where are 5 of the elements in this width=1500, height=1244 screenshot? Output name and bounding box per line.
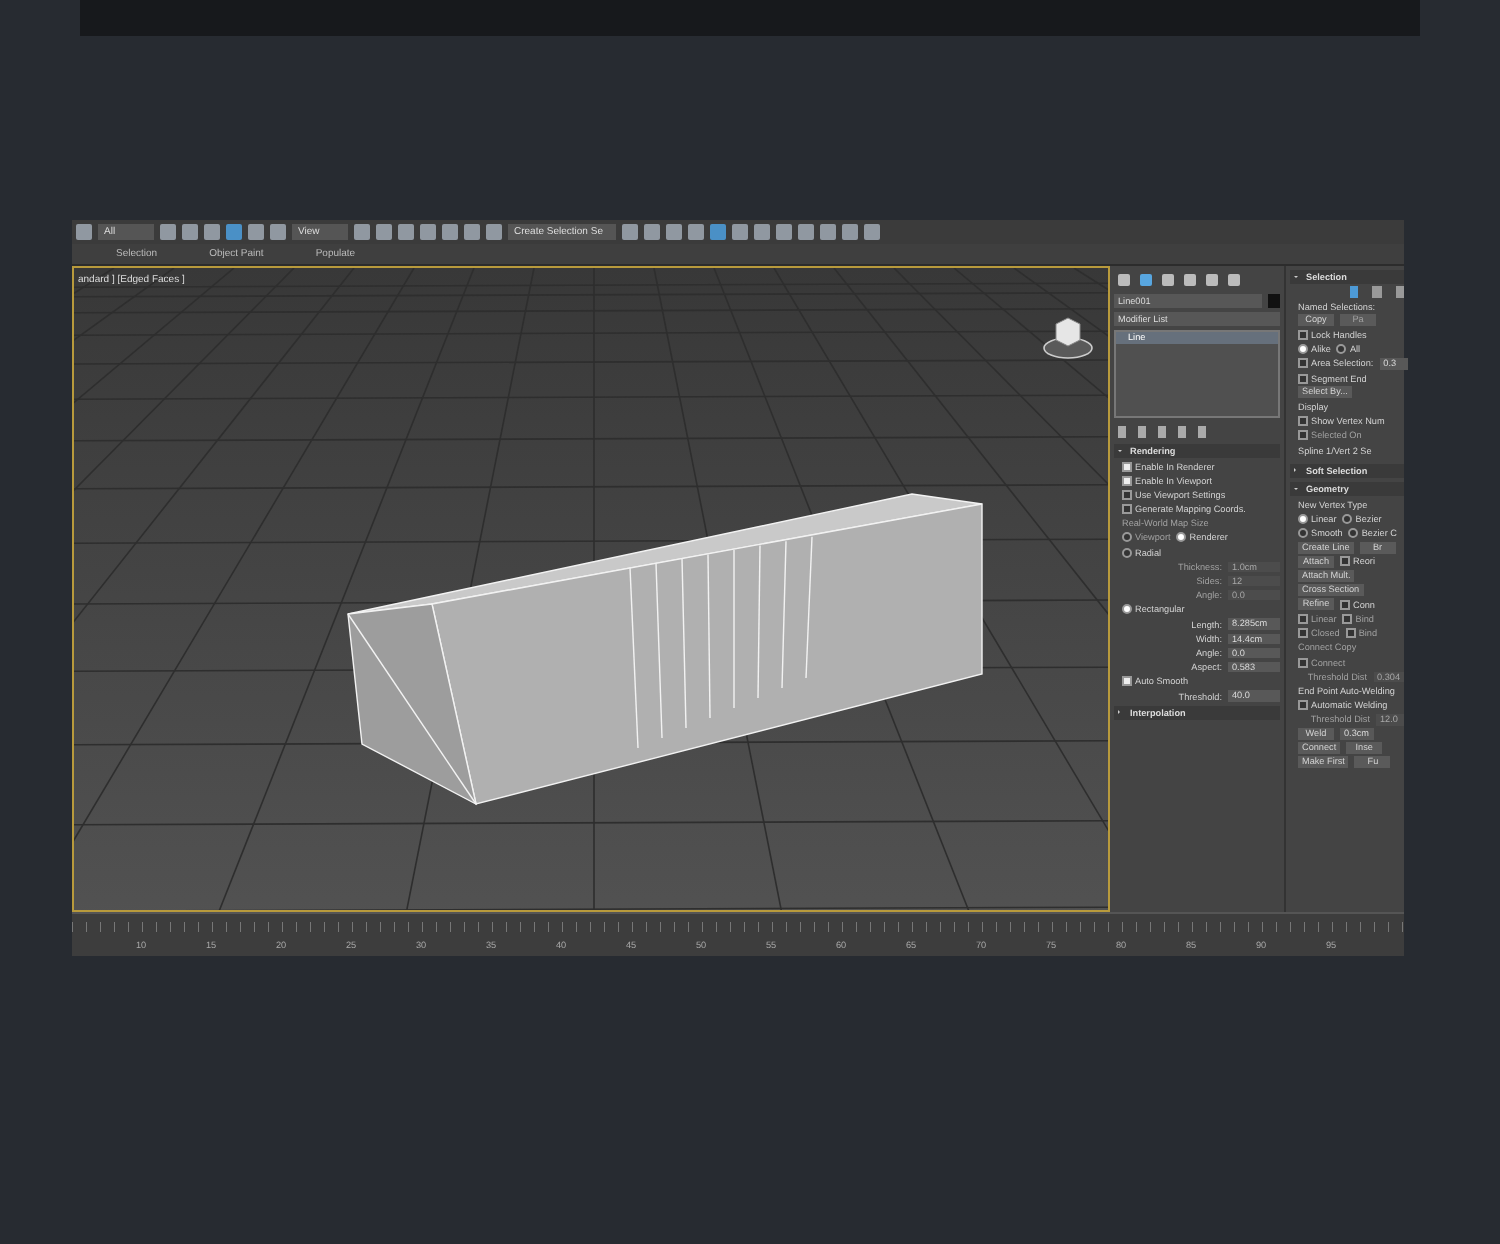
sub-object-icon[interactable] <box>1350 286 1359 298</box>
viewcube-icon[interactable] <box>1043 317 1093 359</box>
object-color-swatch[interactable] <box>1268 294 1280 308</box>
toolbar-icon[interactable] <box>76 224 92 240</box>
sub-object-icon[interactable] <box>1395 286 1404 298</box>
